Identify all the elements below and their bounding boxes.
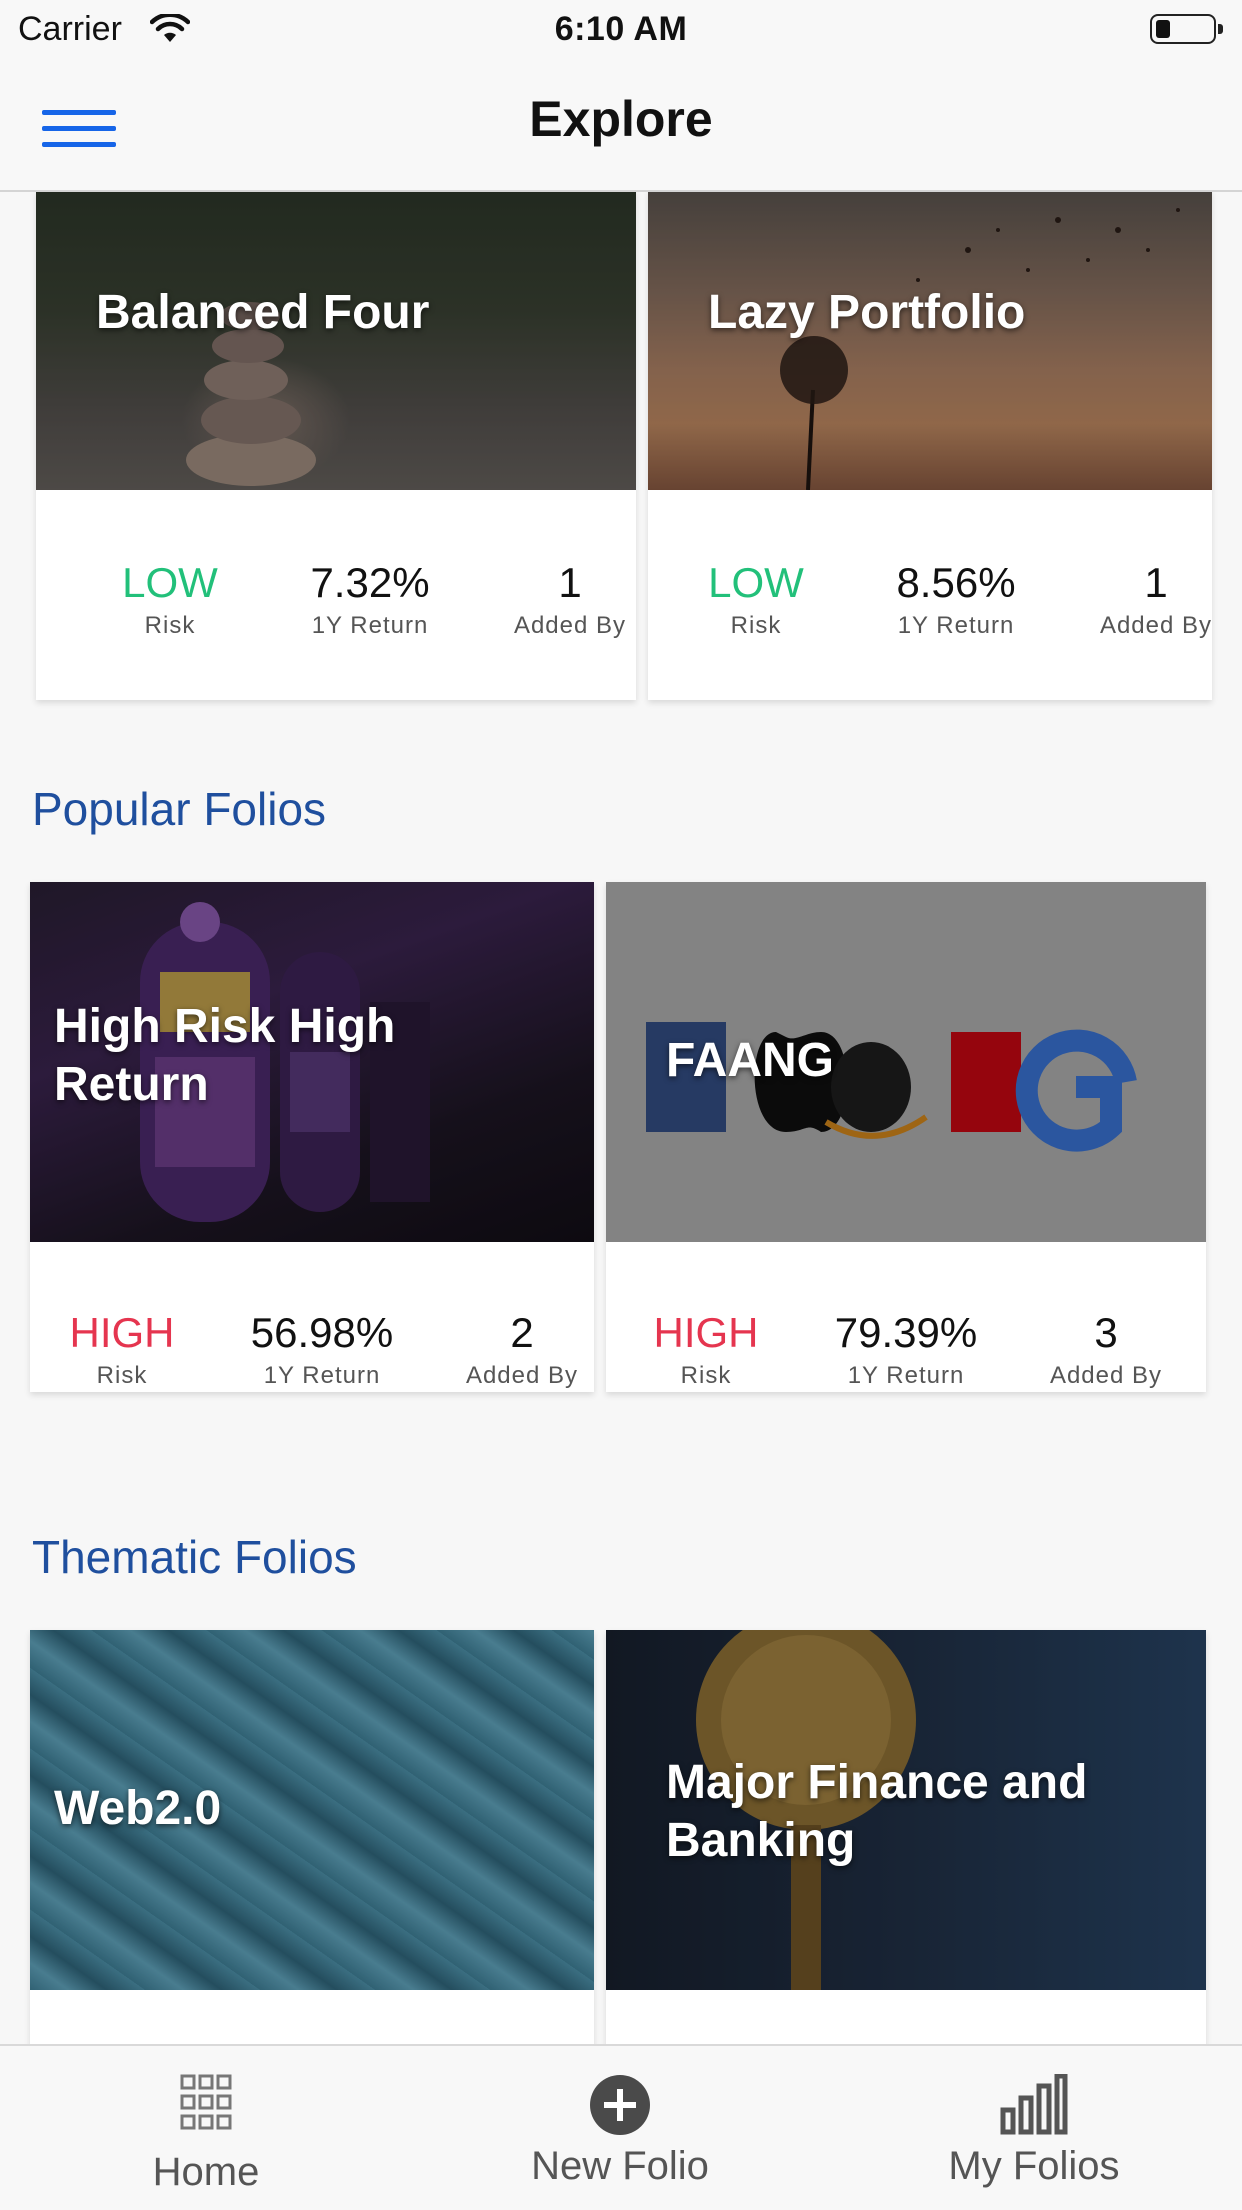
- added-by-label: Added By: [1099, 612, 1212, 639]
- folio-title: Web2.0: [54, 1782, 222, 1835]
- bar-chart-icon: [1000, 2074, 1068, 2135]
- grid-icon: [180, 2074, 232, 2130]
- folio-card-lazy-portfolio[interactable]: Lazy Portfolio LOW Risk 8.56% 1Y Return 1 A…: [648, 192, 1212, 700]
- folio-stats: LOW Risk 7.32% 1Y Return 1 Added By: [36, 490, 636, 700]
- folio-card-faang[interactable]: FAANG HIGH Risk 79.39% 1Y Return 3 Added By: [606, 882, 1206, 1392]
- folio-title: High Risk High Return: [54, 1000, 396, 1111]
- folio-stats: LOW Risk 8.56% 1Y Return 1 Added By: [648, 490, 1212, 700]
- folio-card-high-risk-high-return[interactable]: High Risk High Return HIGH Risk 56.98% 1Y …: [30, 882, 594, 1392]
- tab-new-folio[interactable]: New Folio: [470, 2046, 770, 2210]
- return-label: 1Y Return: [263, 1362, 381, 1389]
- tab-new-folio-label: New Folio: [531, 2144, 709, 2188]
- navigation-bar: Explore: [0, 62, 1242, 192]
- risk-label: Risk: [730, 612, 782, 639]
- tab-home-label: Home: [152, 2150, 260, 2194]
- page-title: Explore: [529, 91, 713, 147]
- status-bar: Carrier 6:10 AM: [0, 0, 1242, 62]
- return-label: 1Y Return: [897, 612, 1015, 639]
- risk-label: Risk: [96, 1362, 148, 1389]
- added-by-label: Added By: [1049, 1362, 1163, 1389]
- folio-title: FAANG: [666, 1034, 834, 1087]
- risk-value: HIGH: [69, 1309, 175, 1356]
- risk-label: Risk: [144, 612, 196, 639]
- section-heading-popular: Popular Folios: [32, 783, 327, 835]
- return-value: 7.32%: [310, 559, 430, 606]
- tab-home[interactable]: Home: [56, 2046, 356, 2210]
- explore-content[interactable]: Balanced Four LOW Risk 7.32% 1Y Return 1 Ad…: [0, 192, 1242, 2044]
- return-value: 8.56%: [896, 559, 1016, 606]
- return-value: 56.98%: [250, 1309, 394, 1356]
- added-by-value: 1: [1144, 559, 1168, 606]
- return-value: 79.39%: [834, 1309, 978, 1356]
- added-by-value: 1: [558, 559, 582, 606]
- folio-title: Lazy Portfolio: [708, 286, 1026, 339]
- folio-card-major-finance-banking[interactable]: Major Finance and Banking: [606, 1630, 1206, 2044]
- added-by-label: Added By: [513, 612, 627, 639]
- status-time: 6:10 AM: [554, 10, 688, 48]
- risk-value: HIGH: [653, 1309, 759, 1356]
- folio-title: Major Finance and Banking: [666, 1756, 1088, 1867]
- tab-my-folios-label: My Folios: [948, 2144, 1120, 2188]
- added-by-label: Added By: [465, 1362, 579, 1389]
- folio-stats: HIGH Risk 56.98% 1Y Return 2 Added By: [30, 1242, 594, 1392]
- folio-card-web2[interactable]: Web2.0: [30, 1630, 594, 2044]
- risk-label: Risk: [680, 1362, 732, 1389]
- folio-card-balanced-four[interactable]: Balanced Four LOW Risk 7.32% 1Y Return 1 Ad…: [36, 192, 636, 700]
- return-label: 1Y Return: [311, 612, 429, 639]
- section-heading-thematic: Thematic Folios: [32, 1531, 357, 1583]
- risk-value: LOW: [122, 559, 218, 606]
- return-label: 1Y Return: [847, 1362, 965, 1389]
- folio-stats: HIGH Risk 79.39% 1Y Return 3 Added By: [606, 1242, 1206, 1392]
- plus-circle-icon: [590, 2075, 650, 2135]
- folio-title: Balanced Four: [96, 286, 430, 339]
- risk-value: LOW: [708, 559, 804, 606]
- added-by-value: 2: [510, 1309, 534, 1356]
- tab-bar: Home New Folio My Folios: [0, 2044, 1242, 2210]
- battery-icon: [1150, 14, 1223, 44]
- tab-my-folios[interactable]: My Folios: [884, 2046, 1184, 2210]
- added-by-value: 3: [1094, 1309, 1118, 1356]
